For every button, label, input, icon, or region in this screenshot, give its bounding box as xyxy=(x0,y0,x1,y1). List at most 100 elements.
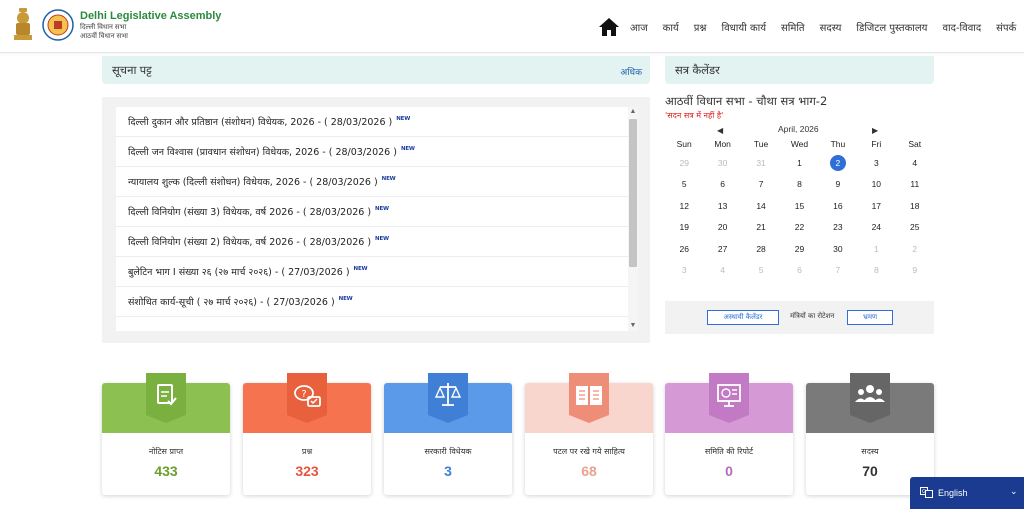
calendar-day[interactable]: 6 xyxy=(780,260,818,282)
today-marker[interactable]: 2 xyxy=(829,154,846,171)
calendar-day[interactable]: 5 xyxy=(742,260,780,282)
prev-month-icon[interactable]: ◀ xyxy=(717,126,723,135)
calendar-day[interactable]: 26 xyxy=(665,238,703,260)
calendar-day-today[interactable]: 2 xyxy=(819,152,857,174)
calendar-day[interactable]: 10 xyxy=(857,174,895,196)
notice-item-text[interactable]: दिल्ली विनियोग (संख्या 3) विधेयक, वर्ष 2… xyxy=(128,205,371,218)
notice-scrollbar[interactable]: ▲ ▼ xyxy=(628,107,638,331)
calendar-day[interactable]: 27 xyxy=(703,238,741,260)
calendar-day[interactable]: 13 xyxy=(703,195,741,217)
stat-card-government-bills[interactable]: सरकारी विधेयक 3 xyxy=(384,373,512,495)
calendar-day[interactable]: 1 xyxy=(857,238,895,260)
new-badge: NEW xyxy=(375,235,389,242)
calendar-day[interactable]: 8 xyxy=(857,260,895,282)
new-badge: NEW xyxy=(338,295,353,302)
temporary-calendar-button[interactable]: अस्थायी कैलेंडर xyxy=(707,310,779,325)
nav-committee[interactable]: समिति xyxy=(781,20,805,34)
stat-value: 0 xyxy=(725,463,733,479)
calendar-day[interactable]: 25 xyxy=(896,217,934,239)
stat-card-questions[interactable]: ? प्रश्न 323 xyxy=(243,373,371,495)
site-subtitle: दिल्ली विधान सभा xyxy=(80,23,127,31)
next-month-icon[interactable]: ▶ xyxy=(872,126,878,135)
calendar-day[interactable]: 24 xyxy=(857,217,895,239)
calendar-day[interactable]: 7 xyxy=(819,260,857,282)
calendar-day[interactable]: 29 xyxy=(665,152,703,174)
notice-item-text[interactable]: बुलेटिन भाग I संख्या २६ (२७ मार्च २०२६) … xyxy=(128,265,350,278)
notice-item[interactable]: न्यायालय शुल्क (दिल्ली संशोधन) विधेयक, 2… xyxy=(116,167,628,197)
calendar-day[interactable]: 15 xyxy=(780,195,818,217)
notice-item[interactable]: दिल्ली विनियोग (संख्या 2) विधेयक, वर्ष 2… xyxy=(116,227,628,257)
calendar-day[interactable]: 3 xyxy=(857,152,895,174)
calendar-day[interactable]: 14 xyxy=(742,195,780,217)
nav-business[interactable]: कार्य xyxy=(663,20,679,34)
notice-item[interactable]: संशोधित कार्य-सूची ( २७ मार्च २०२६) - ( … xyxy=(116,287,628,317)
notice-more-link[interactable]: अधिक xyxy=(620,65,642,78)
notice-item-text[interactable]: दिल्ली विनियोग (संख्या 2) विधेयक, वर्ष 2… xyxy=(128,235,371,248)
calendar-day[interactable]: 8 xyxy=(780,174,818,196)
nav-today[interactable]: आज xyxy=(630,20,648,34)
notice-item[interactable]: बुलेटिन भाग I संख्या २६ (२७ मार्च २०२६) … xyxy=(116,257,628,287)
language-selector[interactable]: G English ⌄ xyxy=(910,477,1024,509)
calendar-day[interactable]: 17 xyxy=(857,195,895,217)
calendar-day[interactable]: 2 xyxy=(896,238,934,260)
notice-item[interactable]: दिल्ली विनियोग (संख्या 3) विधेयक, वर्ष 2… xyxy=(116,197,628,227)
nav-digital-library[interactable]: डिजिटल पुस्तकालय xyxy=(856,20,927,34)
calendar-day[interactable]: 5 xyxy=(665,174,703,196)
calendar-day[interactable]: 4 xyxy=(703,260,741,282)
calendar-day[interactable]: 6 xyxy=(703,174,741,196)
scroll-up-icon[interactable]: ▲ xyxy=(629,108,637,116)
calendar-day[interactable]: 21 xyxy=(742,217,780,239)
calendar-day[interactable]: 20 xyxy=(703,217,741,239)
notice-item-text[interactable]: दिल्ली दुकान और प्रतिष्ठान (संशोधन) विधे… xyxy=(128,115,392,128)
calendar-day[interactable]: 9 xyxy=(819,174,857,196)
notice-item-text[interactable]: संशोधित कार्य-सूची ( २७ मार्च २०२६) - ( … xyxy=(128,295,335,308)
calendar-day[interactable]: 9 xyxy=(896,260,934,282)
scroll-down-icon[interactable]: ▼ xyxy=(629,322,637,330)
calendar-day[interactable]: 3 xyxy=(665,260,703,282)
calendar-day[interactable]: 18 xyxy=(896,195,934,217)
view-button[interactable]: भ्रमण xyxy=(847,310,893,325)
calendar-day[interactable]: 30 xyxy=(819,238,857,260)
calendar-day[interactable]: 16 xyxy=(819,195,857,217)
nav-members[interactable]: सदस्य xyxy=(820,20,842,34)
calendar-grid: Sun Mon Tue Wed Thu Fri Sat 29 30 31 1 2… xyxy=(665,136,934,281)
calendar-day[interactable]: 28 xyxy=(742,238,780,260)
nav-contact[interactable]: संपर्क xyxy=(996,20,1016,34)
calendar-title: सत्र कैलेंडर xyxy=(675,65,720,77)
stat-card-notices[interactable]: नोटिस प्राप्त 433 xyxy=(102,373,230,495)
calendar-day[interactable]: 23 xyxy=(819,217,857,239)
calendar-day[interactable]: 19 xyxy=(665,217,703,239)
site-header: Delhi Legislative Assembly दिल्ली विधान … xyxy=(0,0,1024,53)
home-icon[interactable] xyxy=(598,17,620,37)
calendar-day[interactable]: 12 xyxy=(665,195,703,217)
notice-icon xyxy=(146,373,186,423)
calendar-day[interactable]: 7 xyxy=(742,174,780,196)
nav-legislative-business[interactable]: विधायी कार्य xyxy=(721,20,766,34)
calendar-day[interactable]: 1 xyxy=(780,152,818,174)
scroll-thumb[interactable] xyxy=(629,119,637,267)
calendar-day[interactable]: 30 xyxy=(703,152,741,174)
main-nav: आज कार्य प्रश्न विधायी कार्य समिति सदस्य… xyxy=(598,17,1024,37)
notice-item-text[interactable]: दिल्ली जन विश्वास (प्रावधान संशोधन) विधे… xyxy=(128,145,397,158)
calendar-day[interactable]: 11 xyxy=(896,174,934,196)
calendar-day[interactable]: 22 xyxy=(780,217,818,239)
stat-label: सदस्य xyxy=(861,447,879,456)
weekday-header: Sat xyxy=(908,139,922,149)
notice-item[interactable]: दिल्ली दुकान और प्रतिष्ठान (संशोधन) विधे… xyxy=(116,107,628,137)
stat-card-papers-laid[interactable]: पटल पर रखे गये साहित्य 68 xyxy=(525,373,653,495)
logo-link[interactable]: Delhi Legislative Assembly दिल्ली विधान … xyxy=(10,6,221,44)
stat-card-committee-reports[interactable]: समिति की रिपोर्ट 0 xyxy=(665,373,793,495)
scales-icon xyxy=(428,373,468,423)
national-emblem-icon xyxy=(14,8,32,40)
nav-questions[interactable]: प्रश्न xyxy=(694,20,707,34)
calendar-day[interactable]: 29 xyxy=(780,238,818,260)
weekday-header: Thu xyxy=(830,139,846,149)
notice-item[interactable]: दिल्ली जन विश्वास (प्रावधान संशोधन) विधे… xyxy=(116,137,628,167)
calendar-day[interactable]: 31 xyxy=(742,152,780,174)
weekday-header: Mon xyxy=(714,139,731,149)
calendar-day[interactable]: 4 xyxy=(896,152,934,174)
assembly-seal-icon xyxy=(42,9,74,41)
notice-item-text[interactable]: न्यायालय शुल्क (दिल्ली संशोधन) विधेयक, 2… xyxy=(128,175,378,188)
nav-debates[interactable]: वाद-विवाद xyxy=(942,20,981,34)
stat-label: प्रश्न xyxy=(301,447,313,456)
